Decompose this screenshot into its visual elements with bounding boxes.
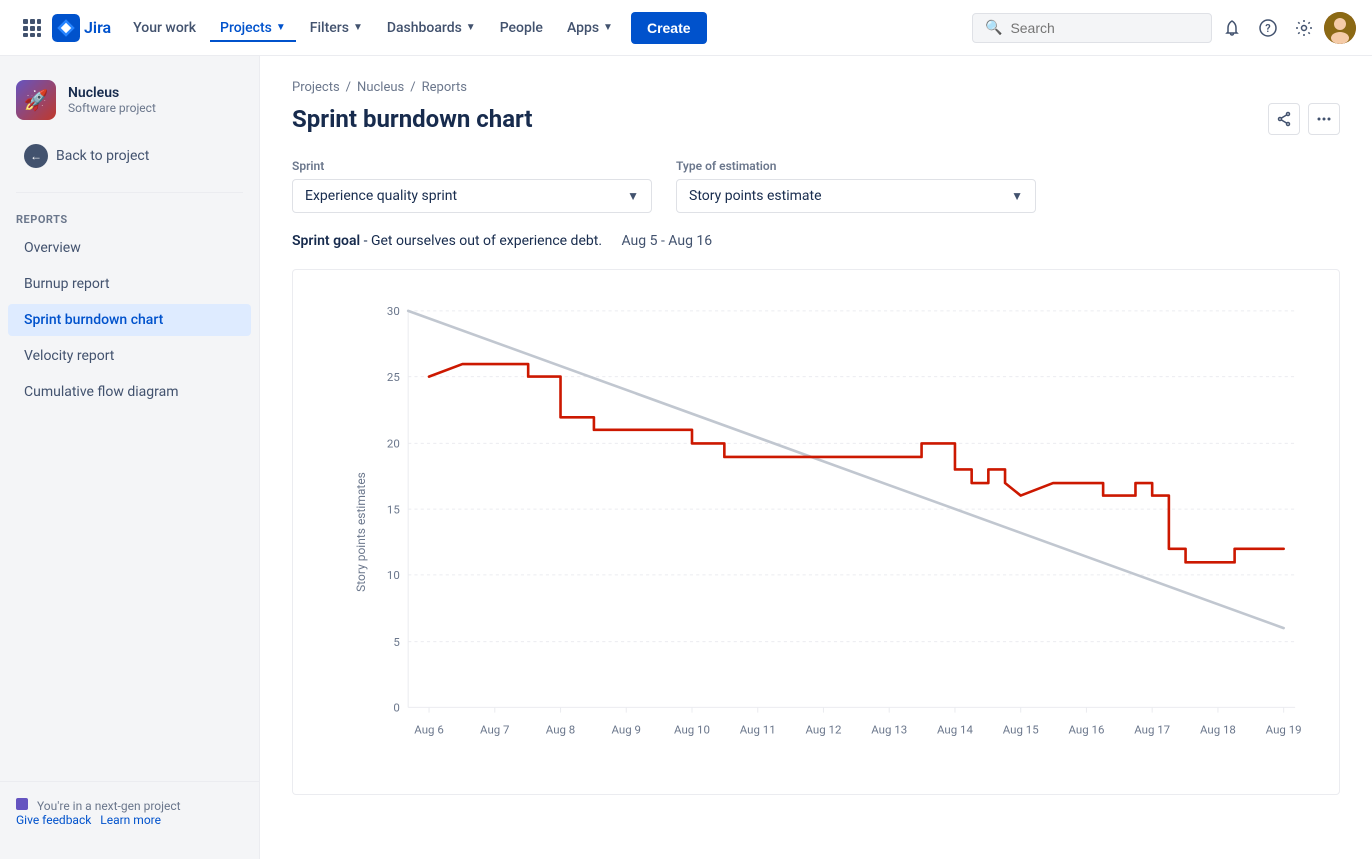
svg-text:20: 20 xyxy=(387,437,400,451)
search-box[interactable]: 🔍 xyxy=(972,13,1212,43)
sidebar-item-overview[interactable]: Overview xyxy=(8,232,251,264)
jira-logo-text: Jira xyxy=(84,18,111,37)
sidebar-item-cumulative[interactable]: Cumulative flow diagram xyxy=(8,376,251,408)
grid-menu-button[interactable] xyxy=(16,12,48,44)
svg-text:Aug 12: Aug 12 xyxy=(806,722,842,736)
settings-button[interactable] xyxy=(1288,12,1320,44)
breadcrumb: Projects / Nucleus / Reports xyxy=(292,80,1340,95)
sprint-goal-label: Sprint goal xyxy=(292,233,360,249)
sidebar-divider xyxy=(16,192,243,193)
page-layout: 🚀 Nucleus Software project ← Back to pro… xyxy=(0,56,1372,859)
svg-text:Aug 17: Aug 17 xyxy=(1134,722,1170,736)
top-navigation: Jira Your work Projects ▼ Filters ▼ Dash… xyxy=(0,0,1372,56)
sidebar: 🚀 Nucleus Software project ← Back to pro… xyxy=(0,56,260,859)
breadcrumb-nucleus[interactable]: Nucleus xyxy=(357,80,404,95)
nav-your-work[interactable]: Your work xyxy=(123,14,206,42)
svg-text:Aug 18: Aug 18 xyxy=(1200,722,1236,736)
estimation-filter-group: Type of estimation Story points estimate… xyxy=(676,159,1036,213)
apps-chevron: ▼ xyxy=(603,22,613,33)
help-button[interactable]: ? xyxy=(1252,12,1284,44)
sprint-filter-group: Sprint Experience quality sprint ▼ xyxy=(292,159,652,213)
sidebar-footer: You're in a next-gen project Give feedba… xyxy=(0,781,259,843)
page-title: Sprint burndown chart xyxy=(292,105,533,133)
svg-text:Aug 15: Aug 15 xyxy=(1003,722,1039,736)
burndown-chart: 0 5 10 15 20 25 30 Aug 6 Aug 7 Aug 8 Aug… xyxy=(353,290,1319,770)
svg-text:Aug 19: Aug 19 xyxy=(1266,722,1302,736)
page-actions xyxy=(1268,103,1340,135)
svg-text:Aug 14: Aug 14 xyxy=(937,722,973,736)
estimation-select-chevron: ▼ xyxy=(1011,189,1023,203)
sidebar-item-sprint-burndown[interactable]: Sprint burndown chart xyxy=(8,304,251,336)
svg-text:Aug 11: Aug 11 xyxy=(740,722,776,736)
svg-text:25: 25 xyxy=(387,370,400,384)
svg-text:Aug 16: Aug 16 xyxy=(1068,722,1104,736)
search-input[interactable] xyxy=(1010,20,1170,36)
svg-text:Aug 9: Aug 9 xyxy=(612,722,641,736)
breadcrumb-reports[interactable]: Reports xyxy=(422,80,467,95)
sprint-goal-text: - Get ourselves out of experience debt. xyxy=(364,233,602,249)
sprint-goal: Sprint goal - Get ourselves out of exper… xyxy=(292,233,1340,249)
nav-projects[interactable]: Projects ▼ xyxy=(210,14,296,42)
reports-section-label: Reports xyxy=(0,201,259,230)
sprint-date-range: Aug 5 - Aug 16 xyxy=(622,233,713,249)
svg-text:Aug 13: Aug 13 xyxy=(871,722,907,736)
back-arrow-icon: ← xyxy=(24,144,48,168)
svg-text:Aug 7: Aug 7 xyxy=(480,722,509,736)
dashboards-chevron: ▼ xyxy=(466,22,476,33)
search-icon: 🔍 xyxy=(985,20,1002,36)
svg-text:10: 10 xyxy=(387,568,400,582)
breadcrumb-sep-1: / xyxy=(346,80,351,95)
nav-apps[interactable]: Apps ▼ xyxy=(557,14,623,42)
learn-more-link[interactable]: Learn more xyxy=(100,813,161,827)
next-gen-indicator xyxy=(16,798,28,810)
sidebar-item-velocity[interactable]: Velocity report xyxy=(8,340,251,372)
give-feedback-link[interactable]: Give feedback xyxy=(16,813,91,827)
create-button[interactable]: Create xyxy=(631,12,707,44)
page-title-row: Sprint burndown chart xyxy=(292,103,1340,135)
sprint-select-chevron: ▼ xyxy=(627,189,639,203)
user-avatar[interactable] xyxy=(1324,12,1356,44)
svg-text:0: 0 xyxy=(393,701,399,715)
project-type: Software project xyxy=(68,101,156,115)
sidebar-item-burnup[interactable]: Burnup report xyxy=(8,268,251,300)
back-to-project-button[interactable]: ← Back to project xyxy=(8,136,251,176)
main-content: Projects / Nucleus / Reports Sprint burn… xyxy=(260,56,1372,859)
projects-chevron: ▼ xyxy=(276,22,286,33)
svg-text:30: 30 xyxy=(387,304,400,318)
more-options-button[interactable] xyxy=(1308,103,1340,135)
nav-dashboards[interactable]: Dashboards ▼ xyxy=(377,14,486,42)
svg-text:?: ? xyxy=(1265,22,1270,35)
svg-text:5: 5 xyxy=(393,635,399,649)
svg-text:15: 15 xyxy=(387,502,400,516)
project-icon: 🚀 xyxy=(16,80,56,120)
estimation-filter-value: Story points estimate xyxy=(689,188,822,204)
nav-filters[interactable]: Filters ▼ xyxy=(300,14,373,42)
notifications-button[interactable] xyxy=(1216,12,1248,44)
breadcrumb-projects[interactable]: Projects xyxy=(292,80,340,95)
sprint-filter-select[interactable]: Experience quality sprint ▼ xyxy=(292,179,652,213)
svg-text:Aug 6: Aug 6 xyxy=(414,722,443,736)
project-header: 🚀 Nucleus Software project xyxy=(0,72,259,136)
chart-container: Story points estimates 0 5 10 15 xyxy=(292,269,1340,795)
jira-logo[interactable]: Jira xyxy=(52,14,111,42)
sprint-filter-label: Sprint xyxy=(292,159,652,173)
breadcrumb-sep-2: / xyxy=(410,80,415,95)
project-name: Nucleus xyxy=(68,85,156,101)
svg-text:Aug 8: Aug 8 xyxy=(546,722,575,736)
share-button[interactable] xyxy=(1268,103,1300,135)
filters-chevron: ▼ xyxy=(353,22,363,33)
estimation-filter-select[interactable]: Story points estimate ▼ xyxy=(676,179,1036,213)
grid-icon[interactable] xyxy=(16,12,48,44)
nav-people[interactable]: People xyxy=(490,14,553,42)
svg-text:Aug 10: Aug 10 xyxy=(674,722,710,736)
estimation-filter-label: Type of estimation xyxy=(676,159,1036,173)
filters-row: Sprint Experience quality sprint ▼ Type … xyxy=(292,159,1340,213)
sprint-filter-value: Experience quality sprint xyxy=(305,188,457,204)
chart-y-label: Story points estimates xyxy=(354,472,368,592)
